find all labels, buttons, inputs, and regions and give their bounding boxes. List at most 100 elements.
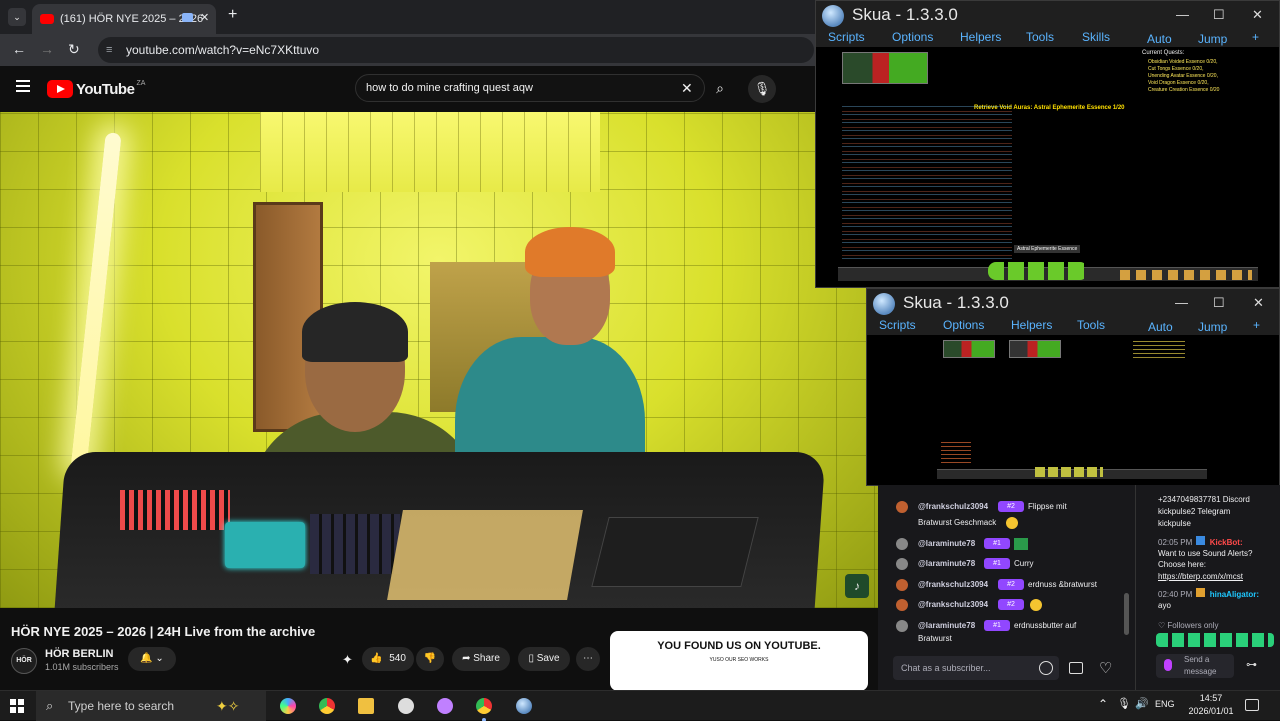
site-info-icon[interactable]: ≡ (106, 37, 112, 63)
chat-username[interactable]: @laraminute78 (918, 538, 975, 550)
maximize-icon[interactable]: ☐ (1213, 7, 1225, 23)
menu-icon[interactable] (16, 80, 30, 92)
action-bar-second[interactable] (937, 467, 1207, 479)
copilot-icon[interactable] (280, 698, 296, 714)
taskbar-search-input[interactable]: ⌕ Type here to search ✦✧ (36, 691, 266, 721)
search-button[interactable]: ⌕ (706, 74, 734, 102)
save-button[interactable]: ▯ Save (518, 647, 570, 671)
channel-name[interactable]: HÖR BERLIN (45, 648, 113, 660)
tray-overflow-icon[interactable]: ⌃ (1098, 697, 1108, 711)
menu-options[interactable]: Options (943, 318, 984, 332)
notification-bell-icon[interactable]: ♪ (845, 574, 869, 598)
jump-button[interactable]: Jump (1198, 32, 1227, 46)
add-tab-button[interactable]: + (1253, 318, 1260, 332)
game-viewport-main[interactable]: Current Quests: Obsidian Voided Essence … (838, 48, 1258, 285)
menu-tools[interactable]: Tools (1026, 30, 1054, 44)
clock-date: 2026/01/01 (1188, 706, 1234, 716)
menu-helpers[interactable]: Helpers (1011, 318, 1052, 332)
new-tab-button[interactable]: + (228, 6, 237, 24)
minimize-icon[interactable]: — (1175, 295, 1188, 310)
notification-center-icon[interactable] (1245, 699, 1259, 711)
close-window-icon[interactable]: ✕ (1252, 7, 1263, 23)
chat-username[interactable]: @frankschulz3094 (918, 599, 988, 611)
emoji-picker-icon[interactable] (1039, 661, 1053, 675)
menu-scripts[interactable]: Scripts (879, 318, 916, 332)
chat-username[interactable]: @laraminute78 (918, 620, 975, 632)
voice-search-button[interactable]: 🎙 (748, 75, 776, 103)
link-icon[interactable]: ⊶ (1246, 658, 1257, 671)
emote-bar[interactable] (1156, 633, 1274, 647)
game-viewport-second[interactable] (937, 336, 1207, 483)
reload-icon[interactable]: ↻ (68, 41, 80, 58)
chat-username[interactable]: hinaAligator: (1210, 590, 1259, 599)
chat-username[interactable]: @frankschulz3094 (918, 579, 988, 591)
promo-card[interactable]: YOU FOUND US ON YOUTUBE. YUSO OUR SEO WO… (610, 631, 868, 691)
more-actions-button[interactable]: ⋯ (576, 647, 600, 671)
share-button[interactable]: ➦ Share (452, 647, 510, 671)
chat-link[interactable]: https://bterp.com/x/mcst (1158, 571, 1276, 582)
microphone-tray-icon[interactable]: 🎙 (1117, 697, 1131, 710)
skua-title-bar[interactable]: Skua - 1.3.3.0 — ☐ ✕ (816, 1, 1279, 29)
menu-helpers[interactable]: Helpers (960, 30, 1001, 44)
search-icon: ⌕ (716, 80, 724, 96)
action-bar-main[interactable] (838, 262, 1258, 281)
chat-badge: #2 (998, 501, 1024, 512)
menu-skills[interactable]: Skills (1082, 30, 1110, 44)
chat-username[interactable]: @frankschulz3094 (918, 501, 988, 513)
minimize-icon[interactable]: — (1176, 7, 1189, 22)
menu-scripts[interactable]: Scripts (828, 30, 865, 44)
add-tab-button[interactable]: + (1252, 30, 1259, 44)
maximize-icon[interactable]: ☐ (1213, 295, 1225, 311)
auto-button[interactable]: Auto (1148, 320, 1173, 334)
menu-options[interactable]: Options (892, 30, 933, 44)
search-icon: ⌕ (46, 698, 54, 713)
clear-search-icon[interactable]: ✕ (681, 75, 693, 101)
channel-avatar[interactable]: HÖR (11, 648, 37, 674)
file-explorer-icon[interactable] (358, 698, 374, 714)
menu-tools[interactable]: Tools (1077, 318, 1105, 332)
chrome-active-icon[interactable] (476, 698, 492, 714)
dislike-button[interactable]: 👎 (416, 647, 444, 671)
chrome-icon[interactable] (319, 698, 335, 714)
share-label: Share (473, 653, 500, 664)
close-window-icon[interactable]: ✕ (1253, 295, 1264, 311)
tab-list-chevron-icon[interactable]: ⌄ (8, 8, 26, 26)
quest-4: Void Dragon Essence 0/20, (1148, 80, 1209, 86)
chat-username[interactable]: KickBot: (1210, 538, 1243, 547)
chat-scrollbar[interactable] (1124, 593, 1129, 635)
clock[interactable]: 14:57 2026/01/01 (1186, 692, 1236, 718)
menu-icons[interactable] (1120, 270, 1252, 280)
snipping-tool-icon[interactable] (437, 698, 453, 714)
url-field[interactable]: ≡ youtube.com/watch?v=eNc7XKttuvo (98, 37, 814, 63)
skill-icons[interactable] (1035, 467, 1103, 477)
heart-icon[interactable]: ♡ (1099, 659, 1112, 677)
youtube-logo[interactable]: YouTube ZA (47, 80, 145, 98)
app-icon[interactable] (398, 698, 414, 714)
subscribed-bell-button[interactable]: 🔔 ⌄ (128, 647, 176, 671)
microphone-icon[interactable] (1164, 659, 1172, 671)
skua-logo-icon (822, 5, 844, 27)
skua-taskbar-icon[interactable] (516, 698, 532, 714)
video-player[interactable]: ♪ (0, 112, 878, 608)
forward-arrow-icon[interactable]: → (40, 41, 54, 57)
gift-icon[interactable]: ✦ (342, 652, 353, 668)
skua2-title-bar[interactable]: Skua - 1.3.3.0 — ☐ ✕ (867, 289, 1279, 317)
language-indicator[interactable]: ENG (1155, 699, 1175, 709)
volume-icon[interactable]: 🔊 (1135, 697, 1149, 710)
auto-button[interactable]: Auto (1147, 32, 1172, 46)
close-tab-icon[interactable]: ✕ (200, 11, 209, 24)
save-label: Save (536, 653, 560, 664)
chat-username[interactable]: @laraminute78 (918, 558, 975, 570)
back-arrow-icon[interactable]: ← (12, 41, 26, 57)
search-input[interactable]: how to do mine crafting quest aqw ✕ (355, 74, 705, 102)
browser-tab-youtube[interactable]: (161) HÖR NYE 2025 – 2026 ✕ (32, 4, 216, 34)
chat-commands-icon[interactable] (1069, 662, 1083, 674)
like-button[interactable]: 👍 540 (362, 647, 414, 671)
followers-only-label: ♡ Followers only (1158, 621, 1219, 630)
skill-icons[interactable] (988, 262, 1088, 280)
jump-button[interactable]: Jump (1198, 320, 1227, 334)
chat-text: Flippse mit (1028, 502, 1067, 511)
windows-start-icon[interactable] (10, 699, 24, 713)
item-tooltip: Astral Ephemerite Essence (1014, 245, 1081, 253)
chat-input[interactable]: Chat as a subscriber... (893, 656, 1059, 680)
